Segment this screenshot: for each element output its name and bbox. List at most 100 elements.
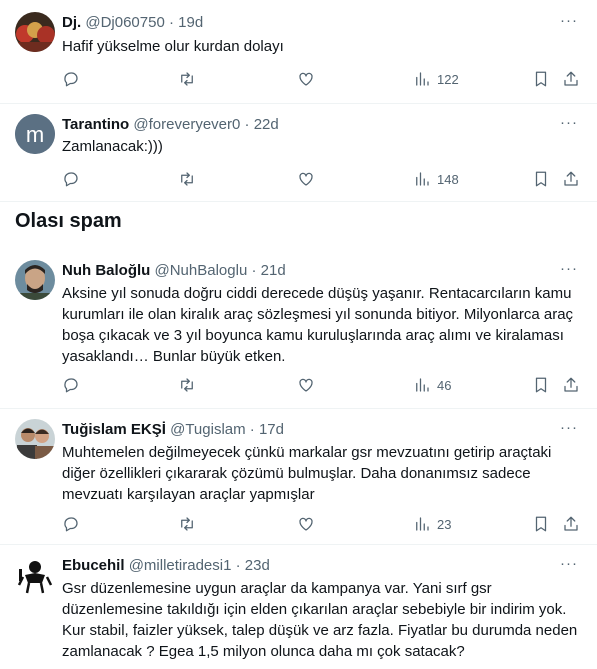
share-icon bbox=[564, 71, 578, 86]
like-button[interactable] bbox=[297, 69, 315, 89]
share-button[interactable] bbox=[562, 375, 580, 395]
user-handle[interactable]: @Dj060750 bbox=[85, 14, 164, 31]
display-name[interactable]: Ebucehil bbox=[62, 557, 125, 574]
timestamp[interactable]: 19d bbox=[178, 14, 203, 31]
reply-button[interactable] bbox=[62, 169, 80, 189]
reply-button[interactable] bbox=[62, 514, 80, 534]
retweet-icon bbox=[181, 72, 193, 86]
reply-icon bbox=[64, 72, 78, 87]
user-handle[interactable]: @NuhBaloglu bbox=[155, 262, 248, 279]
separator: · bbox=[251, 262, 257, 279]
separator: · bbox=[235, 557, 241, 574]
retweet-button[interactable] bbox=[178, 514, 196, 534]
svg-text:m: m bbox=[26, 122, 44, 147]
like-icon bbox=[299, 517, 313, 531]
user-handle[interactable]: @foreveryever0 bbox=[133, 116, 240, 133]
avatar[interactable] bbox=[15, 260, 55, 300]
bookmark-button[interactable] bbox=[532, 169, 550, 189]
retweet-button[interactable] bbox=[178, 375, 196, 395]
like-button[interactable] bbox=[297, 375, 315, 395]
share-icon bbox=[564, 171, 578, 186]
views-button[interactable]: 148 bbox=[413, 169, 459, 189]
bookmark-button[interactable] bbox=[532, 69, 550, 89]
views-button[interactable]: 122 bbox=[413, 69, 459, 89]
tweet-header: Tuğislam EKŞİ @Tugislam · 17d bbox=[62, 420, 284, 440]
retweet-button[interactable] bbox=[178, 69, 196, 89]
retweet-icon bbox=[181, 378, 193, 392]
reply-icon bbox=[64, 517, 78, 532]
reply-icon bbox=[64, 172, 78, 187]
display-name[interactable]: Nuh Baloğlu bbox=[62, 262, 150, 279]
share-icon bbox=[564, 516, 578, 531]
views-button[interactable]: 46 bbox=[413, 375, 451, 395]
like-icon bbox=[299, 72, 313, 86]
user-handle[interactable]: @milletiradesi1 bbox=[129, 557, 232, 574]
retweet-button[interactable] bbox=[178, 169, 196, 189]
more-icon[interactable]: ··· bbox=[559, 115, 579, 135]
views-count: 122 bbox=[437, 71, 459, 87]
tweet[interactable]: Ebucehil @milletiradesi1 · 23d ··· Gsr d… bbox=[0, 545, 597, 669]
views-count: 46 bbox=[437, 377, 452, 393]
more-icon[interactable]: ··· bbox=[559, 261, 579, 281]
bookmark-button[interactable] bbox=[532, 514, 550, 534]
avatar[interactable] bbox=[15, 12, 55, 52]
tweet-text: Muhtemelen değilmeyecek çünkü markalar g… bbox=[62, 444, 556, 503]
separator: · bbox=[249, 421, 255, 438]
reply-icon bbox=[64, 378, 78, 393]
more-icon[interactable]: ··· bbox=[559, 420, 579, 440]
display-name[interactable]: Tarantino bbox=[62, 116, 129, 133]
user-handle[interactable]: @Tugislam bbox=[170, 421, 246, 438]
timestamp[interactable]: 21d bbox=[261, 262, 286, 279]
reply-button[interactable] bbox=[62, 375, 80, 395]
tweet-actions: 122 bbox=[62, 69, 582, 89]
tweet[interactable]: Tuğislam EKŞİ @Tugislam · 17d ··· Muhtem… bbox=[0, 409, 597, 545]
bookmark-icon bbox=[535, 171, 547, 187]
share-button[interactable] bbox=[562, 69, 580, 89]
bookmark-icon bbox=[535, 71, 547, 87]
tweet[interactable]: Nuh Baloğlu @NuhBaloglu · 21d ··· Aksine… bbox=[0, 254, 597, 409]
tweet-text: Gsr düzenlemesine uygun araçlar da kampa… bbox=[62, 580, 582, 660]
bookmark-button[interactable] bbox=[532, 375, 550, 395]
like-icon bbox=[299, 172, 313, 186]
tweet-actions: 148 bbox=[62, 169, 582, 189]
retweet-icon bbox=[181, 517, 193, 531]
separator: · bbox=[244, 116, 250, 133]
timestamp[interactable]: 23d bbox=[245, 557, 270, 574]
tweet-header: Dj. @Dj060750 · 19d bbox=[62, 13, 203, 33]
share-icon bbox=[564, 377, 578, 392]
avatar[interactable] bbox=[15, 555, 55, 595]
tweet-text: Aksine yıl sonuda doğru ciddi derecede d… bbox=[62, 285, 578, 365]
tweet-actions: 23 bbox=[62, 514, 582, 534]
timestamp[interactable]: 22d bbox=[254, 116, 279, 133]
like-icon bbox=[299, 378, 313, 392]
avatar[interactable] bbox=[15, 419, 55, 459]
reply-button[interactable] bbox=[62, 69, 80, 89]
like-button[interactable] bbox=[297, 169, 315, 189]
share-button[interactable] bbox=[562, 514, 580, 534]
more-icon[interactable]: ··· bbox=[559, 556, 579, 576]
views-icon bbox=[416, 517, 429, 531]
share-button[interactable] bbox=[562, 169, 580, 189]
tweet-header: Ebucehil @milletiradesi1 · 23d bbox=[62, 556, 270, 576]
display-name[interactable]: Tuğislam EKŞİ bbox=[62, 421, 166, 438]
views-button[interactable]: 23 bbox=[413, 514, 451, 534]
more-icon[interactable]: ··· bbox=[559, 13, 579, 33]
tweet-header: Tarantino @foreveryever0 · 22d bbox=[62, 115, 279, 135]
tweet-text: Hafif yükselme olur kurdan dolayı bbox=[62, 38, 284, 55]
separator: · bbox=[168, 14, 174, 31]
section-title: Olası spam bbox=[15, 210, 122, 232]
views-count: 148 bbox=[437, 171, 459, 187]
views-icon bbox=[416, 378, 429, 392]
tweet[interactable]: m Tarantino @foreveryever0 · 22d ··· Zam… bbox=[0, 104, 597, 202]
bookmark-icon bbox=[535, 377, 547, 393]
timestamp[interactable]: 17d bbox=[259, 421, 284, 438]
tweet-header: Nuh Baloğlu @NuhBaloglu · 21d bbox=[62, 261, 286, 281]
tweet-actions: 46 bbox=[62, 375, 582, 395]
bookmark-icon bbox=[535, 516, 547, 532]
avatar[interactable]: m bbox=[15, 114, 55, 154]
like-button[interactable] bbox=[297, 514, 315, 534]
retweet-icon bbox=[181, 172, 193, 186]
display-name[interactable]: Dj. bbox=[62, 14, 81, 31]
tweet[interactable]: Dj. @Dj060750 · 19d ··· Hafif yükselme o… bbox=[0, 0, 597, 104]
views-icon bbox=[416, 72, 429, 86]
